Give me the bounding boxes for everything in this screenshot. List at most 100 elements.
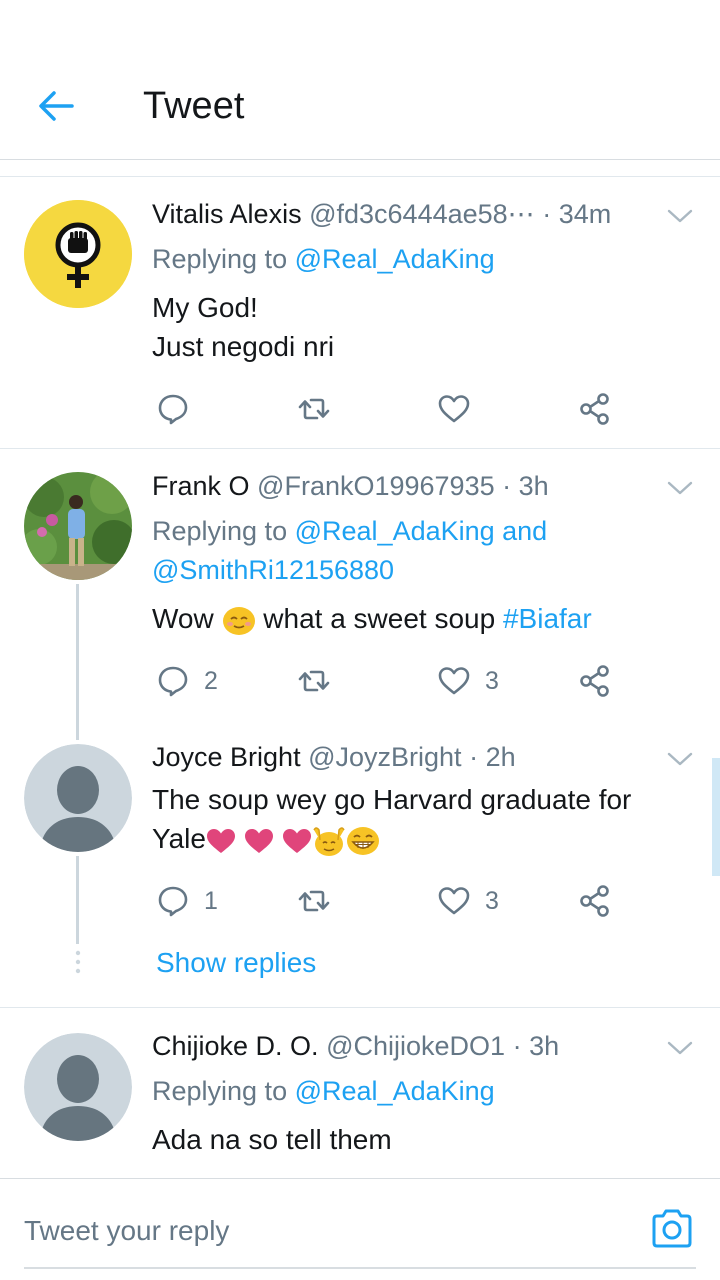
thread-connector: [76, 856, 79, 944]
user-name[interactable]: Vitalis Alexis: [152, 199, 302, 229]
user-name[interactable]: Joyce Bright: [152, 742, 301, 772]
scrollbar[interactable]: [712, 758, 720, 876]
like-count: 3: [485, 666, 499, 695]
avatar[interactable]: [24, 1033, 132, 1141]
tweet-text: Ada na so tell them: [152, 1124, 392, 1155]
replying-to: Replying to @Real_AdaKing and: [152, 513, 547, 549]
default-avatar-icon: [24, 744, 132, 852]
default-avatar-icon: [24, 1033, 132, 1141]
tweet-meta: Vitalis Alexis @fd3c6444ae58⋯ · 34m: [152, 196, 611, 232]
replying-to: Replying to @Real_AdaKing: [152, 1073, 495, 1109]
timestamp: 3h: [518, 471, 549, 501]
replying-prefix: Replying to: [152, 1076, 288, 1106]
mention-link[interactable]: @Real_AdaKing: [295, 1076, 495, 1106]
retweet-icon: [297, 664, 331, 698]
share-icon: [578, 392, 612, 426]
grinning-face-emoji-icon: [346, 826, 379, 855]
chevron-down-icon[interactable]: [666, 749, 694, 769]
share-icon: [578, 884, 612, 918]
pink-heart-icon: [244, 828, 274, 854]
like-button[interactable]: 3: [437, 883, 499, 919]
mention-link[interactable]: @SmithRi12156880: [152, 552, 394, 588]
tweet-meta: Chijioke D. O. @ChijiokeDO1 · 3h: [152, 1028, 559, 1064]
hashtag-link[interactable]: #Biafar: [503, 603, 592, 634]
share-button[interactable]: [578, 883, 612, 919]
replying-prefix: Replying to: [152, 516, 288, 546]
top-app-bar: Tweet: [0, 0, 720, 160]
chevron-down-icon[interactable]: [666, 206, 694, 226]
retweet-button[interactable]: [297, 391, 331, 427]
replying-to: Replying to @Real_AdaKing: [152, 241, 495, 277]
avatar[interactable]: [24, 472, 132, 580]
retweet-icon: [297, 392, 331, 426]
separator-dot: ·: [469, 742, 486, 772]
share-button[interactable]: [578, 391, 612, 427]
tweet-text-part: Wow: [152, 603, 214, 634]
user-handle: @FrankO19967935: [257, 471, 495, 501]
tweet-text-part: Yale: [152, 823, 206, 854]
tweet-text-part: what a sweet soup: [263, 603, 496, 634]
pink-heart-icon: [282, 828, 312, 854]
timestamp: 3h: [529, 1031, 560, 1061]
reply-composer: [0, 1178, 720, 1280]
mention-link[interactable]: @Real_AdaKing: [295, 244, 495, 274]
like-count: 3: [485, 886, 499, 915]
reply-button[interactable]: [156, 391, 190, 427]
retweet-button[interactable]: [297, 883, 331, 919]
avatar[interactable]: [24, 200, 132, 308]
reply-icon: [156, 664, 190, 698]
divider: [0, 176, 720, 177]
mention-link[interactable]: @Real_AdaKing and: [295, 516, 548, 546]
replying-prefix: Replying to: [152, 244, 288, 274]
like-icon: [437, 392, 471, 426]
divider: [0, 448, 720, 449]
divider: [0, 1007, 720, 1008]
retweet-button[interactable]: [297, 663, 331, 699]
tweet-text: My God!: [152, 292, 258, 323]
like-icon: [437, 884, 471, 918]
like-icon: [437, 664, 471, 698]
user-handle: @ChijiokeDO1: [326, 1031, 506, 1061]
separator-dot: ·: [542, 199, 559, 229]
like-button[interactable]: 3: [437, 663, 499, 699]
tweet-meta: Joyce Bright @JoyzBright · 2h: [152, 739, 516, 775]
camera-icon[interactable]: [650, 1209, 694, 1249]
retweet-icon: [297, 884, 331, 918]
reply-button[interactable]: 2: [156, 663, 218, 699]
reply-icon: [156, 884, 190, 918]
separator-dot: ·: [512, 1031, 530, 1061]
reply-count: 1: [204, 886, 218, 915]
reply-button[interactable]: 1: [156, 883, 218, 919]
show-replies-link[interactable]: Show replies: [156, 944, 316, 982]
reply-icon: [156, 392, 190, 426]
share-button[interactable]: [578, 663, 612, 699]
avatar[interactable]: [24, 744, 132, 852]
share-icon: [578, 664, 612, 698]
user-handle: @fd3c6444ae58⋯: [309, 199, 535, 229]
separator-dot: ·: [502, 471, 519, 501]
raising-hands-emoji-icon: [312, 826, 345, 856]
thread-connector: [76, 584, 79, 740]
relieved-face-emoji-icon: [222, 606, 255, 635]
reply-count: 2: [204, 666, 218, 695]
tweet-text: Wow what a sweet soup #Biafar: [152, 600, 592, 638]
photo-avatar: [24, 472, 132, 580]
venus-fist-icon: [24, 200, 132, 308]
thread-dots-icon: [75, 950, 81, 974]
user-name[interactable]: Chijioke D. O.: [152, 1031, 319, 1061]
back-arrow-icon[interactable]: [34, 84, 78, 128]
pink-heart-icon: [206, 828, 236, 854]
chevron-down-icon[interactable]: [666, 1038, 694, 1058]
tweet-text: Yale: [152, 820, 380, 858]
chevron-down-icon[interactable]: [666, 478, 694, 498]
timestamp: 2h: [485, 742, 516, 772]
reply-input[interactable]: [24, 1209, 624, 1253]
page-title: Tweet: [143, 85, 245, 127]
tweet-text: The soup wey go Harvard graduate for: [152, 784, 632, 815]
tweet-meta: Frank O @FrankO19967935 · 3h: [152, 468, 549, 504]
timestamp: 34m: [558, 199, 612, 229]
tweet-text: Just negodi nri: [152, 331, 335, 362]
user-name[interactable]: Frank O: [152, 471, 250, 501]
like-button[interactable]: [437, 391, 471, 427]
reply-input-underline: [24, 1267, 696, 1269]
